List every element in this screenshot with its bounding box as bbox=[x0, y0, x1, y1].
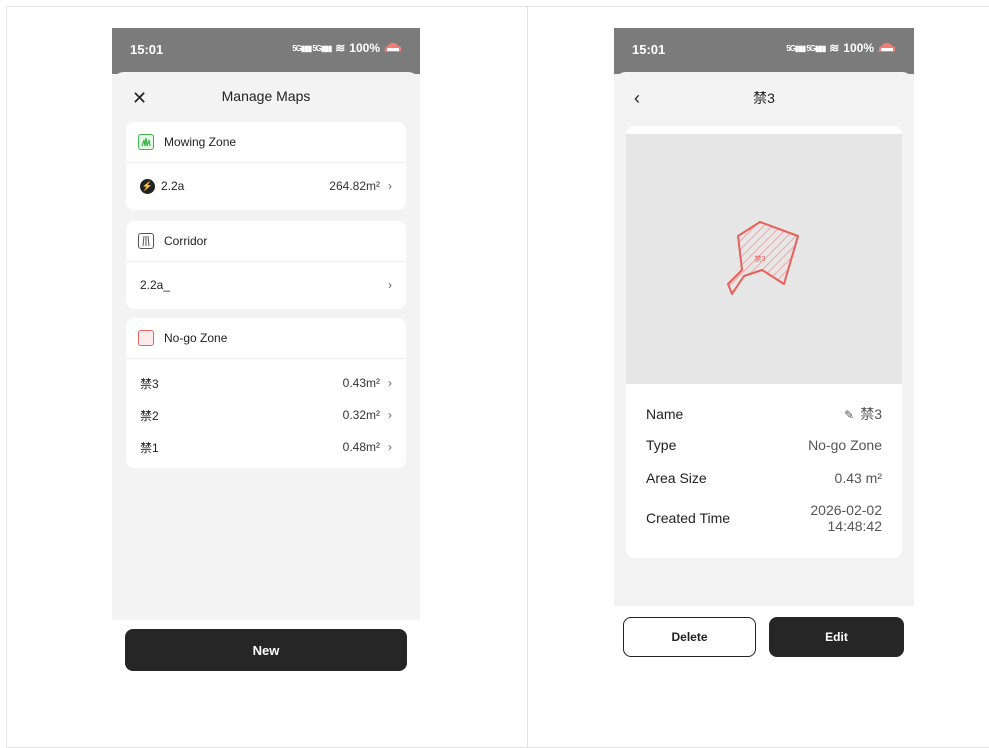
corridor-header: Corridor bbox=[126, 221, 406, 262]
mowing-zone-header: Mowing Zone bbox=[126, 122, 406, 163]
type-value: No-go Zone bbox=[808, 437, 882, 453]
map-zone-label: 禁3 bbox=[755, 255, 766, 263]
nav-bar: ‹ 禁3 bbox=[614, 72, 914, 124]
status-icons: 5G▮▮▮ 5G▮▮▮ ≋ 100% bbox=[292, 41, 402, 55]
list-item[interactable]: 禁3 0.43m² › bbox=[126, 367, 406, 399]
delete-button[interactable]: Delete bbox=[623, 617, 756, 657]
no-go-zone-card: No-go Zone 禁3 0.43m² › 禁2 0.32m² › 禁1 0.… bbox=[126, 318, 406, 468]
status-bar: 15:01 5G▮▮▮ 5G▮▮▮ ≋ 100% bbox=[614, 28, 914, 74]
wifi-icon: ≋ bbox=[335, 41, 346, 55]
item-area: 0.43m² bbox=[342, 376, 380, 390]
item-name: 禁1 bbox=[140, 440, 159, 455]
info-row-name: Name ✎ 禁3 bbox=[646, 404, 882, 424]
list-item[interactable]: 禁2 0.32m² › bbox=[126, 399, 406, 431]
map-preview[interactable]: 禁3 bbox=[626, 134, 902, 384]
created-label: Created Time bbox=[646, 510, 731, 526]
no-go-zone-icon bbox=[138, 330, 154, 346]
page-title: 禁3 bbox=[753, 90, 775, 106]
section-label: Mowing Zone bbox=[164, 135, 237, 149]
no-go-zone-header: No-go Zone bbox=[126, 318, 406, 359]
name-label: Name bbox=[646, 406, 684, 422]
item-name: 2.2a bbox=[161, 179, 185, 193]
edit-button[interactable]: Edit bbox=[769, 617, 904, 657]
name-value: 禁3 bbox=[860, 406, 882, 422]
created-date: 2026-02-02 bbox=[810, 502, 882, 518]
cloud-battery-icon bbox=[384, 43, 402, 52]
created-time: 14:48:42 bbox=[827, 518, 883, 534]
chevron-right-icon: › bbox=[388, 278, 392, 292]
section-label: No-go Zone bbox=[164, 331, 228, 345]
battery-text: 100% bbox=[843, 41, 874, 55]
grass-icon bbox=[138, 134, 154, 150]
mowing-zone-card: Mowing Zone ⚡ 2.2a 264.82m² › bbox=[126, 122, 406, 210]
section-label: Corridor bbox=[164, 234, 208, 248]
chevron-right-icon: › bbox=[388, 440, 392, 454]
info-row-area: Area Size 0.43 m² bbox=[646, 470, 882, 486]
status-time: 15:01 bbox=[632, 42, 666, 57]
corridor-card: Corridor 2.2a_ › bbox=[126, 221, 406, 309]
corridor-icon bbox=[138, 233, 154, 249]
zone-detail-card: 禁3 Name ✎ 禁3 Type No-go Zone Area Size 0.… bbox=[626, 126, 902, 558]
wifi-icon: ≋ bbox=[829, 41, 840, 55]
item-area: 264.82m² bbox=[329, 179, 380, 193]
sheet: ✕ Manage Maps Mowing Zone ⚡ 2.2a 264.82m… bbox=[112, 72, 420, 620]
info-row-type: Type No-go Zone bbox=[646, 437, 882, 453]
list-item[interactable]: ⚡ 2.2a 264.82m² › bbox=[126, 163, 406, 209]
created-value: 2026-02-02 14:48:42 bbox=[810, 502, 882, 534]
signal-icon: 5G▮▮▮ 5G▮▮▮ bbox=[292, 43, 332, 53]
bolt-icon: ⚡ bbox=[140, 178, 155, 194]
nav-bar: ✕ Manage Maps bbox=[112, 72, 420, 124]
list-item[interactable]: 2.2a_ › bbox=[126, 262, 406, 308]
item-name: 2.2a_ bbox=[140, 278, 171, 292]
area-label: Area Size bbox=[646, 470, 707, 486]
pencil-icon[interactable]: ✎ bbox=[844, 408, 854, 422]
name-value-group[interactable]: ✎ 禁3 bbox=[844, 404, 882, 424]
status-icons: 5G▮▮▮ 5G▮▮▮ ≋ 100% bbox=[786, 41, 896, 55]
type-label: Type bbox=[646, 437, 677, 453]
item-area: 0.32m² bbox=[342, 408, 380, 422]
no-go-zone-shape: 禁3 bbox=[727, 221, 799, 295]
list-item[interactable]: 禁1 0.48m² › bbox=[126, 431, 406, 463]
manage-maps-screen: 15:01 5G▮▮▮ 5G▮▮▮ ≋ 100% ✕ Manage Maps M… bbox=[112, 28, 420, 620]
zone-detail-screen: 15:01 5G▮▮▮ 5G▮▮▮ ≋ 100% ‹ 禁3 禁3 Name ✎ … bbox=[614, 28, 914, 606]
item-name: 禁2 bbox=[140, 408, 159, 423]
info-row-created: Created Time 2026-02-02 14:48:42 bbox=[646, 502, 882, 534]
battery-text: 100% bbox=[349, 41, 380, 55]
sheet: ‹ 禁3 禁3 Name ✎ 禁3 Type No-go Zone Area S… bbox=[614, 72, 914, 606]
chevron-right-icon: › bbox=[388, 179, 392, 193]
item-name: 禁3 bbox=[140, 376, 159, 391]
item-area: 0.48m² bbox=[342, 440, 380, 454]
chevron-right-icon: › bbox=[388, 376, 392, 390]
cloud-battery-icon bbox=[878, 43, 896, 52]
status-bar: 15:01 5G▮▮▮ 5G▮▮▮ ≋ 100% bbox=[112, 28, 420, 74]
area-value: 0.43 m² bbox=[834, 470, 882, 486]
status-time: 15:01 bbox=[130, 42, 164, 57]
page-title: Manage Maps bbox=[221, 88, 311, 104]
chevron-right-icon: › bbox=[388, 408, 392, 422]
signal-icon: 5G▮▮▮ 5G▮▮▮ bbox=[786, 43, 826, 53]
new-button[interactable]: New bbox=[125, 629, 407, 671]
